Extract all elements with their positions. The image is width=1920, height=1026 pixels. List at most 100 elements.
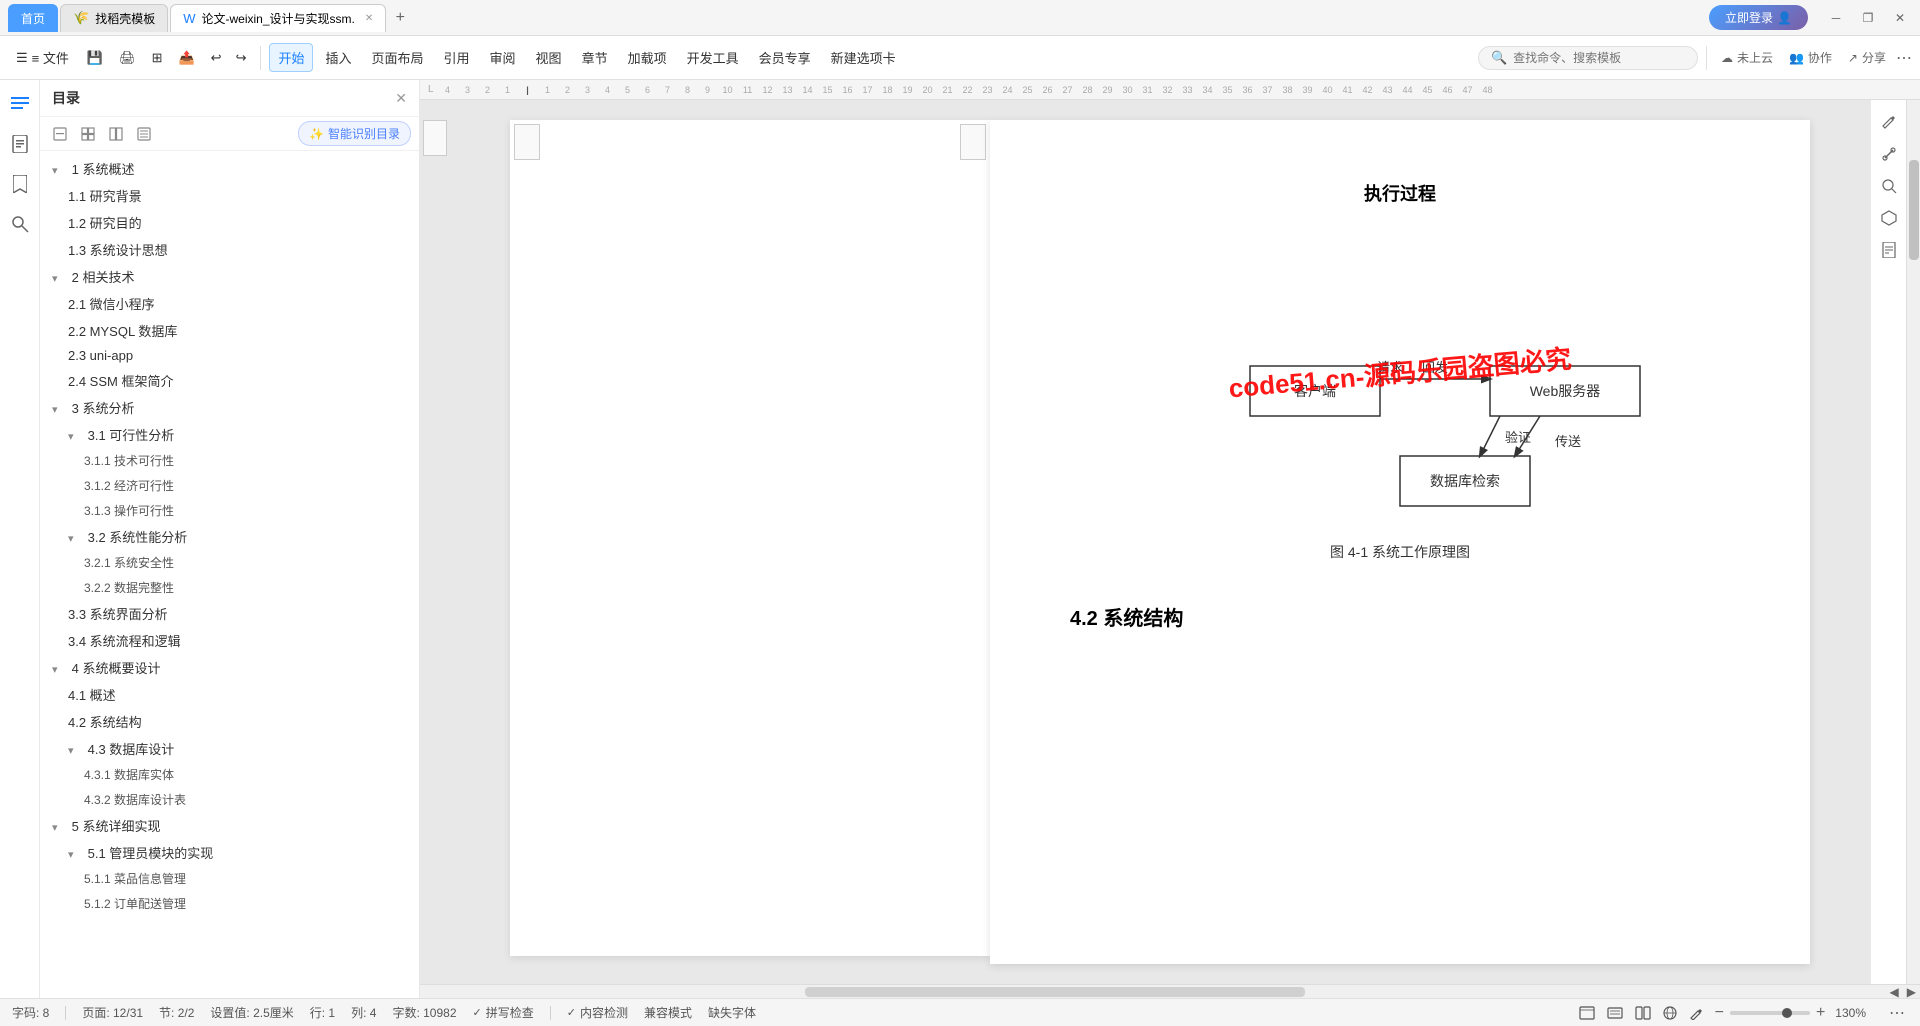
statusbar-view-normal[interactable]: [1579, 1006, 1595, 1020]
view-tab[interactable]: 视图: [528, 44, 570, 71]
statusbar-view-split[interactable]: [1635, 1006, 1651, 1020]
toc-item-2-4[interactable]: 2.4 SSM 框架简介: [40, 367, 419, 394]
statusbar-pen[interactable]: [1689, 1006, 1703, 1020]
next-page-button[interactable]: ▶: [1907, 985, 1916, 999]
toc-item-3-2-1[interactable]: 3.2.1 系统安全性: [40, 550, 419, 575]
sidebar-icon-toc[interactable]: [4, 88, 36, 120]
review-tab[interactable]: 审阅: [482, 44, 524, 71]
toc-tool-btn-1[interactable]: [48, 122, 72, 146]
toc-item-5-1-1[interactable]: 5.1.1 菜品信息管理: [40, 866, 419, 891]
format-button[interactable]: ⊞: [146, 46, 169, 70]
toc-item-3-1[interactable]: ▾ 3.1 可行性分析: [40, 421, 419, 448]
v-scrollbar[interactable]: [1906, 100, 1920, 984]
doc-scroll[interactable]: 执行过程 code51.cn-源码乐园盗图必究: [450, 100, 1870, 984]
toc-toggle-1[interactable]: ▾: [52, 164, 66, 177]
tab-add-button[interactable]: +: [388, 6, 412, 30]
zoom-in-button[interactable]: +: [1816, 1004, 1825, 1022]
statusbar-compat[interactable]: 兼容模式: [644, 1004, 692, 1021]
statusbar-content[interactable]: ✓ 内容检测: [567, 1004, 628, 1021]
toc-toggle-5-1[interactable]: ▾: [68, 848, 82, 861]
toc-item-4-2[interactable]: 4.2 系统结构: [40, 708, 419, 735]
toc-toggle-3-1[interactable]: ▾: [68, 430, 82, 443]
chapter-tab[interactable]: 章节: [574, 44, 616, 71]
collab-button[interactable]: 👥 协作: [1783, 47, 1838, 68]
additem-tab[interactable]: 加载项: [620, 44, 675, 71]
v-scroll-thumb[interactable]: [1909, 160, 1919, 260]
more-button[interactable]: ⋯: [1896, 48, 1912, 68]
toc-item-5-1[interactable]: ▾ 5.1 管理员模块的实现: [40, 839, 419, 866]
toc-item-2-2[interactable]: 2.2 MYSQL 数据库: [40, 317, 419, 344]
toc-item-2-3[interactable]: 2.3 uni-app: [40, 344, 419, 367]
member-tab[interactable]: 会员专享: [751, 44, 819, 71]
toc-item-1[interactable]: ▾ 1 系统概述: [40, 155, 419, 182]
zoom-out-button[interactable]: −: [1715, 1004, 1724, 1022]
toc-item-5[interactable]: ▾ 5 系统详细实现: [40, 812, 419, 839]
insert-tab[interactable]: 插入: [317, 44, 359, 71]
right-icon-link[interactable]: [1875, 140, 1903, 168]
extra-button-1[interactable]: ⋯: [1886, 1002, 1908, 1024]
sidebar-icon-search[interactable]: [4, 208, 36, 240]
newtab-tab[interactable]: 新建选项卡: [823, 44, 904, 71]
statusbar-view-list[interactable]: [1607, 1006, 1623, 1020]
toc-item-1-1[interactable]: 1.1 研究背景: [40, 182, 419, 209]
h-scrollbar[interactable]: ◀ ▶: [420, 984, 1920, 998]
toc-item-3-2[interactable]: ▾ 3.2 系统性能分析: [40, 523, 419, 550]
register-button[interactable]: 立即登录 👤: [1709, 5, 1808, 30]
toc-item-3-1-1[interactable]: 3.1.1 技术可行性: [40, 448, 419, 473]
toc-toggle-3[interactable]: ▾: [52, 403, 66, 416]
toc-item-3-1-2[interactable]: 3.1.2 经济可行性: [40, 473, 419, 498]
toc-item-3[interactable]: ▾ 3 系统分析: [40, 394, 419, 421]
toc-item-3-4[interactable]: 3.4 系统流程和逻辑: [40, 627, 419, 654]
minimize-button[interactable]: ─: [1824, 6, 1848, 30]
zoom-slider[interactable]: [1730, 1011, 1810, 1015]
right-icon-zoom[interactable]: [1875, 172, 1903, 200]
share-button[interactable]: ↗ 分享: [1842, 47, 1892, 68]
toc-close-button[interactable]: ✕: [395, 90, 407, 107]
tab-doc[interactable]: W 论文-weixin_设计与实现ssm. ✕: [170, 4, 386, 32]
right-icon-edit[interactable]: [1875, 108, 1903, 136]
toc-item-2-1[interactable]: 2.1 微信小程序: [40, 290, 419, 317]
toc-tool-btn-4[interactable]: [132, 122, 156, 146]
export-button[interactable]: 📤: [172, 46, 200, 70]
toc-item-4-3-2[interactable]: 4.3.2 数据库设计表: [40, 787, 419, 812]
redo-button[interactable]: ↪: [230, 46, 253, 70]
sidebar-icon-bookmark[interactable]: [4, 168, 36, 200]
toc-toggle-3-2[interactable]: ▾: [68, 532, 82, 545]
ai-recognize-button[interactable]: ✨ 智能识别目录: [298, 121, 411, 146]
save-button[interactable]: 💾: [81, 46, 109, 70]
toc-item-4-1[interactable]: 4.1 概述: [40, 681, 419, 708]
search-bar[interactable]: 🔍: [1478, 46, 1698, 70]
devtool-tab[interactable]: 开发工具: [679, 44, 747, 71]
right-icon-shape[interactable]: [1875, 204, 1903, 232]
statusbar-spell[interactable]: ✓ 拼写检查: [473, 1004, 534, 1021]
statusbar-globe[interactable]: [1663, 1006, 1677, 1020]
tab-template[interactable]: 🌾 找稻壳模板: [60, 4, 168, 32]
close-button[interactable]: ✕: [1888, 6, 1912, 30]
toc-item-2[interactable]: ▾ 2 相关技术: [40, 263, 419, 290]
search-input[interactable]: [1513, 51, 1685, 65]
h-scroll-thumb[interactable]: [805, 987, 1305, 997]
start-tab[interactable]: 开始: [269, 43, 313, 72]
file-menu-button[interactable]: ☰ ≡ 文件: [8, 44, 77, 71]
toc-item-4-3[interactable]: ▾ 4.3 数据库设计: [40, 735, 419, 762]
toc-toggle-2[interactable]: ▾: [52, 272, 66, 285]
ref-tab[interactable]: 引用: [436, 44, 478, 71]
toc-item-1-3[interactable]: 1.3 系统设计思想: [40, 236, 419, 263]
right-icon-doc[interactable]: [1875, 236, 1903, 264]
tab-close-icon[interactable]: ✕: [365, 13, 373, 24]
toc-toggle-4-3[interactable]: ▾: [68, 744, 82, 757]
toc-item-3-2-2[interactable]: 3.2.2 数据完整性: [40, 575, 419, 600]
toc-item-5-1-2[interactable]: 5.1.2 订单配送管理: [40, 891, 419, 916]
sidebar-icon-files[interactable]: [4, 128, 36, 160]
statusbar-font[interactable]: 缺失字体: [708, 1004, 756, 1021]
toc-item-4[interactable]: ▾ 4 系统概要设计: [40, 654, 419, 681]
restore-button[interactable]: ❐: [1856, 6, 1880, 30]
toc-toggle-4[interactable]: ▾: [52, 663, 66, 676]
print-button[interactable]: 🖨: [113, 46, 142, 70]
toc-tool-btn-3[interactable]: [104, 122, 128, 146]
toc-item-3-3[interactable]: 3.3 系统界面分析: [40, 600, 419, 627]
toc-toggle-5[interactable]: ▾: [52, 821, 66, 834]
toc-tool-btn-2[interactable]: [76, 122, 100, 146]
toc-item-3-1-3[interactable]: 3.1.3 操作可行性: [40, 498, 419, 523]
undo-button[interactable]: ↩: [205, 46, 228, 70]
